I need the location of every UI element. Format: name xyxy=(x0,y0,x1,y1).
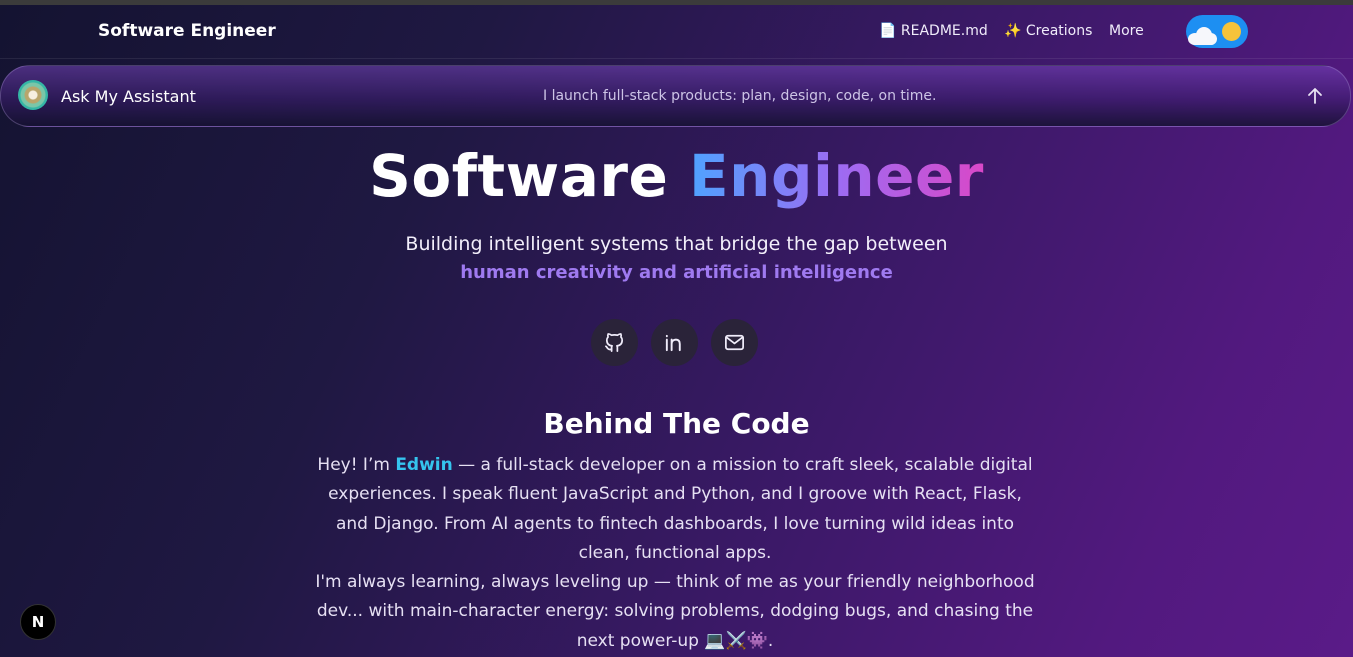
linkedin-icon xyxy=(665,334,681,352)
send-arrow-button[interactable] xyxy=(1301,82,1329,110)
nav-link-more[interactable]: More xyxy=(1109,23,1144,39)
theme-toggle[interactable] xyxy=(1186,15,1248,48)
linkedin-link[interactable] xyxy=(651,319,698,366)
cloud-icon xyxy=(1188,27,1220,45)
email-link[interactable] xyxy=(711,319,758,366)
about-heading: Behind The Code xyxy=(543,407,810,440)
about-body: Hey! I’m Edwin — a full-stack developer … xyxy=(310,451,1040,656)
nextjs-dev-badge[interactable]: N xyxy=(20,604,56,640)
assistant-label: Ask My Assistant xyxy=(61,87,196,106)
hero-subtitle-accent: human creativity and artificial intellig… xyxy=(460,262,893,283)
hero-subtitle: Building intelligent systems that bridge… xyxy=(405,233,948,255)
nav-link-readme[interactable]: 📄 README.md xyxy=(879,23,988,39)
github-icon xyxy=(605,333,624,352)
mail-icon xyxy=(725,334,744,351)
nav-link-creations[interactable]: ✨ Creations xyxy=(1004,23,1092,39)
assistant-bar[interactable]: Ask My Assistant I launch full-stack pro… xyxy=(0,65,1351,127)
assistant-tagline[interactable]: I launch full-stack products: plan, desi… xyxy=(543,88,936,104)
arrow-up-icon xyxy=(1308,88,1322,104)
navbar: Software Engineer 📄 README.md ✨ Creation… xyxy=(0,5,1353,59)
hero-title: Software Engineer xyxy=(0,142,1353,210)
about-paragraph-2: I'm always learning, always leveling up … xyxy=(315,572,1035,651)
sun-icon xyxy=(1222,22,1241,41)
about-name: Edwin xyxy=(395,455,453,475)
github-link[interactable] xyxy=(591,319,638,366)
assistant-orb-icon xyxy=(18,80,48,110)
hero-title-plain: Software xyxy=(369,142,669,210)
about-greeting: Hey! I’m xyxy=(317,455,390,475)
brand-title[interactable]: Software Engineer xyxy=(98,21,276,41)
hero-title-gradient: Engineer xyxy=(689,142,984,210)
